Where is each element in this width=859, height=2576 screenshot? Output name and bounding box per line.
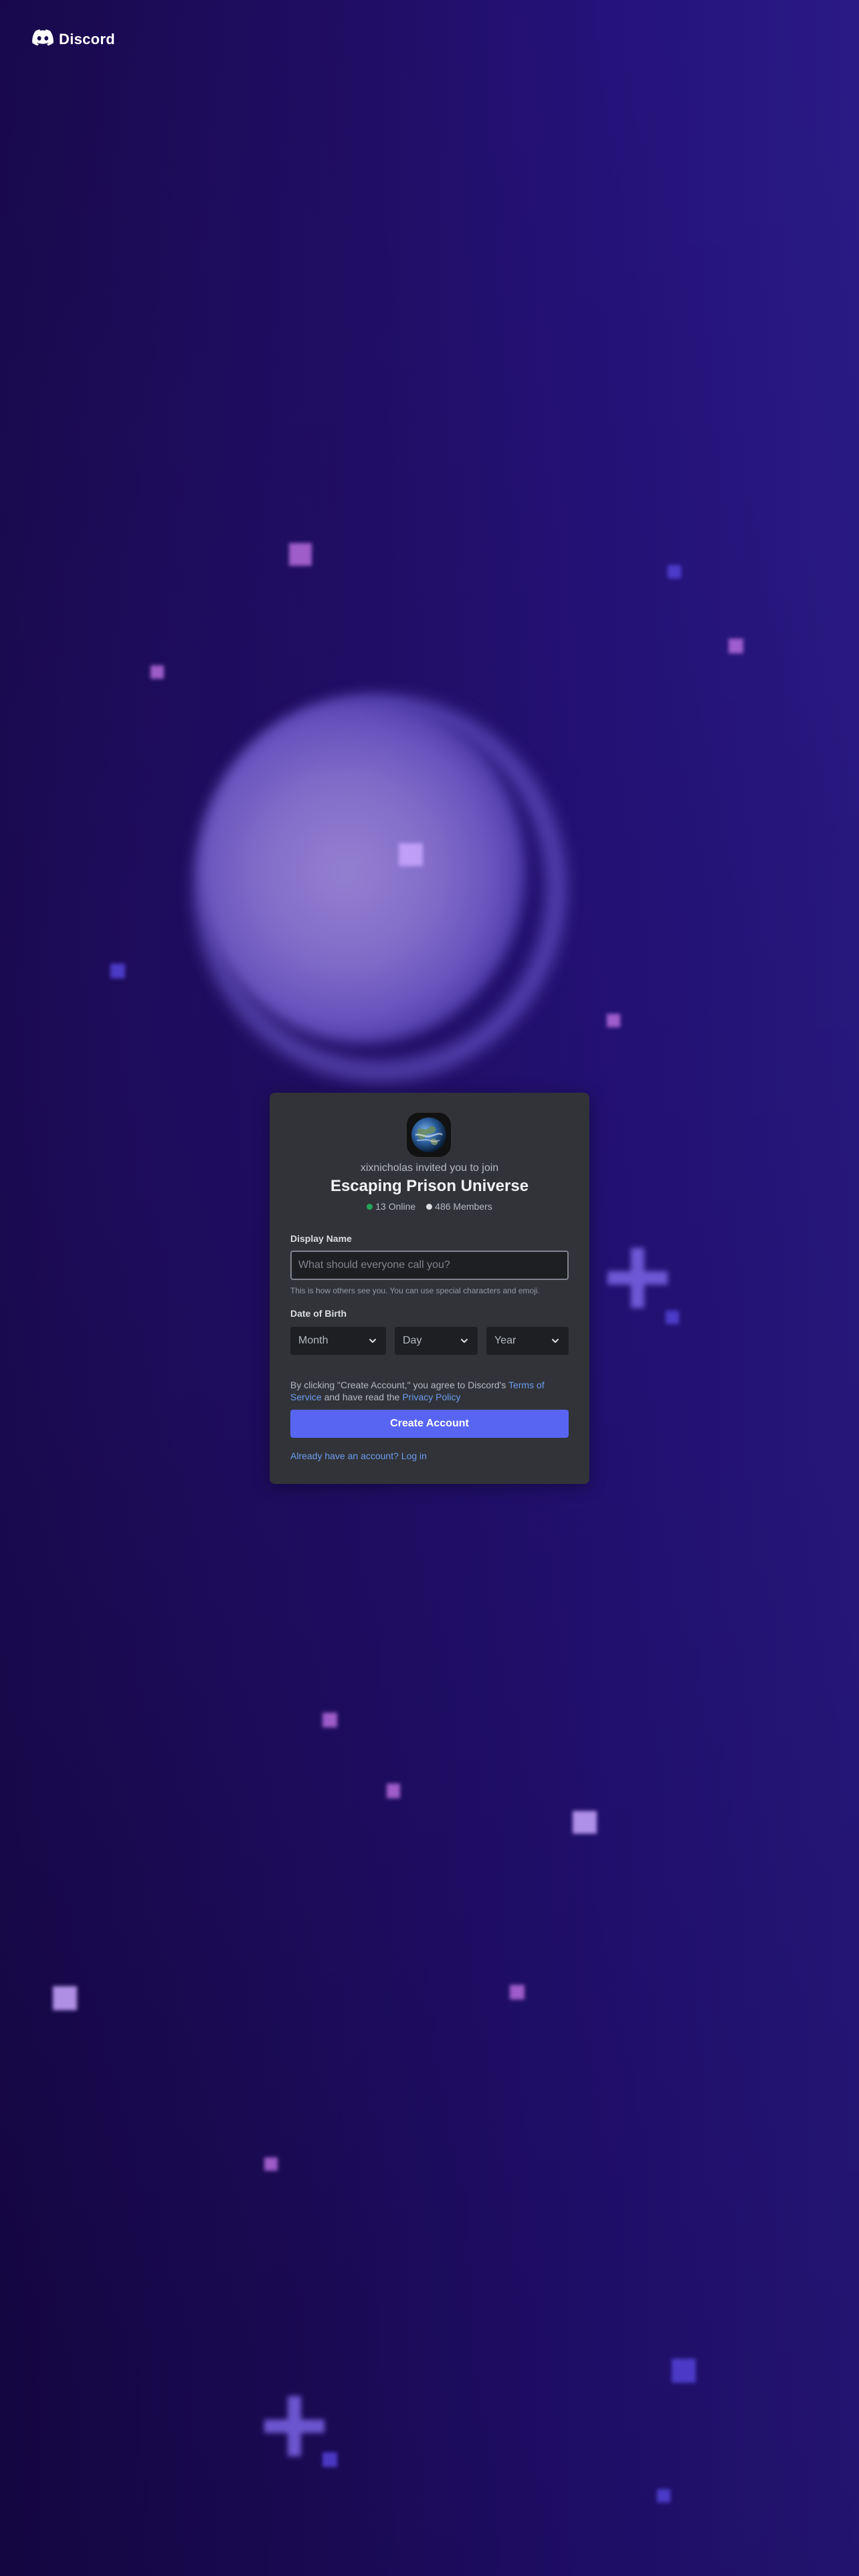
month-select[interactable]: Month: [290, 1327, 386, 1355]
privacy-policy-link[interactable]: Privacy Policy: [402, 1392, 460, 1402]
chevron-down-icon: [459, 1335, 470, 1346]
star-decoration: [607, 1248, 668, 1308]
year-select-value: Year: [494, 1335, 516, 1346]
discord-icon: [32, 29, 54, 49]
invite-message: xixnicholas invited you to join: [360, 1162, 499, 1174]
sparkle-decoration: [607, 1014, 620, 1027]
year-select[interactable]: Year: [486, 1327, 569, 1355]
star-decoration: [264, 2396, 324, 2456]
sparkle-decoration: [322, 2452, 337, 2467]
day-select[interactable]: Day: [395, 1327, 478, 1355]
online-count-text: 13 Online: [375, 1201, 416, 1212]
members-status-icon: [426, 1203, 433, 1210]
sparkle-decoration: [666, 1311, 679, 1324]
planet-decoration: [201, 699, 525, 1043]
earth-icon: [411, 1117, 446, 1152]
day-select-value: Day: [403, 1335, 422, 1346]
server-name: Escaping Prison Universe: [330, 1177, 529, 1195]
legal-prefix: By clicking "Create Account," you agree …: [290, 1380, 508, 1390]
brand-name: Discord: [59, 30, 116, 47]
login-link[interactable]: Already have an account? Log in: [290, 1451, 427, 1461]
sparkle-decoration: [151, 665, 164, 679]
legal-middle: and have read the: [321, 1392, 403, 1402]
sparkle-decoration: [289, 543, 312, 566]
display-name-input[interactable]: [290, 1251, 569, 1280]
online-status-icon: [367, 1203, 373, 1210]
sparkle-decoration: [668, 565, 681, 578]
member-count: 486 Members: [426, 1201, 492, 1212]
member-count-text: 486 Members: [435, 1201, 492, 1212]
online-count: 13 Online: [367, 1201, 415, 1212]
month-select-value: Month: [298, 1335, 328, 1346]
dob-label: Date of Birth: [290, 1308, 347, 1319]
sparkle-decoration: [510, 1985, 524, 2000]
sparkle-decoration: [110, 964, 125, 978]
sparkle-decoration: [264, 2157, 278, 2171]
create-account-button[interactable]: Create Account: [290, 1410, 569, 1438]
discord-logo[interactable]: Discord: [32, 29, 115, 49]
legal-notice: By clicking "Create Account," you agree …: [290, 1379, 569, 1403]
sparkle-decoration: [322, 1713, 337, 1727]
chevron-down-icon: [550, 1335, 561, 1346]
server-stats: 13 Online 486 Members: [270, 1201, 589, 1212]
invite-card: xixnicholas invited you to join Escaping…: [270, 1093, 589, 1484]
display-name-label: Display Name: [290, 1233, 352, 1244]
sparkle-decoration: [672, 2359, 696, 2383]
sparkle-decoration: [657, 2489, 670, 2502]
sparkle-decoration: [399, 843, 423, 866]
sparkle-decoration: [53, 1986, 77, 2010]
sparkle-decoration: [387, 1784, 400, 1798]
display-name-help: This is how others see you. You can use …: [290, 1286, 540, 1295]
sparkle-decoration: [729, 639, 743, 653]
sparkle-decoration: [573, 1811, 597, 1834]
chevron-down-icon: [367, 1335, 378, 1346]
server-avatar: [407, 1113, 451, 1157]
